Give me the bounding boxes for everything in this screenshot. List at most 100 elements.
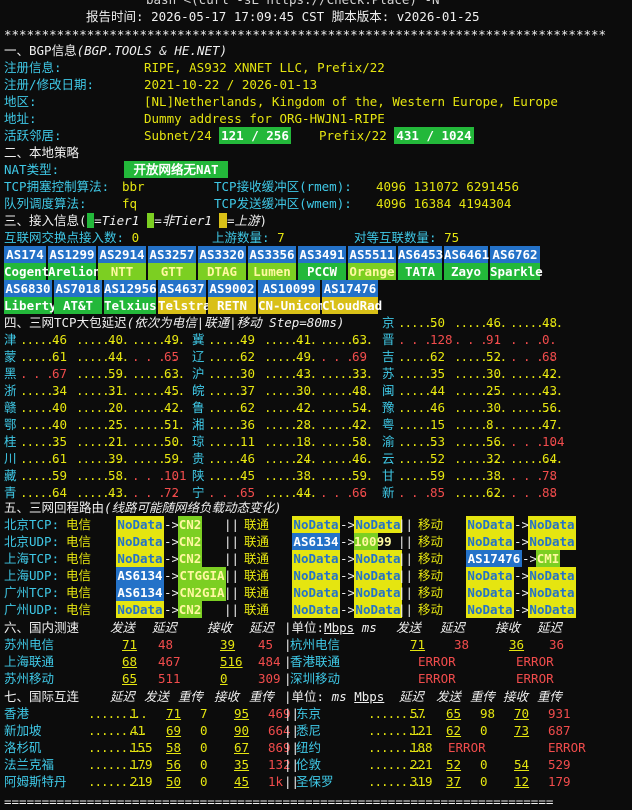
- province: 新: [382, 485, 395, 500]
- send-speed: 50: [166, 774, 182, 789]
- isp-name: 联通: [244, 568, 270, 583]
- province: 晋: [382, 332, 395, 347]
- send-speed: 62: [446, 723, 462, 738]
- latency-value: 42: [164, 400, 180, 415]
- nat-value: 开放网络无NAT: [124, 161, 228, 178]
- intl-header: 七、国际互连 延迟 发送 重传 接收 重传 |单位: ms Mbps 延迟 发送…: [4, 688, 562, 705]
- latency-value: 59: [430, 468, 446, 483]
- route-hop: NoData: [466, 584, 514, 601]
- separator: ||: [398, 517, 414, 532]
- route-hop: NoData: [466, 567, 514, 584]
- isp-telecom: 电信: [66, 551, 92, 566]
- latency-value: 50: [164, 434, 180, 449]
- recv-retrans: 529: [548, 757, 571, 772]
- route-arrow: ->: [514, 517, 530, 532]
- latency-value: 40: [108, 332, 124, 347]
- province: 吉: [382, 349, 395, 364]
- neighbor-label: 活跃邻居:: [4, 128, 62, 143]
- intl-row: 新加坡......... 41 69 0 90 664 || 悉尼......... 121 62…: [4, 722, 571, 739]
- bgp-value: RIPE, AS932 XNNET LLC, Prefix/22: [144, 60, 385, 75]
- as-name: Liberty: [4, 297, 57, 314]
- latency-value: 44: [430, 383, 446, 398]
- latency-value: 48: [352, 383, 368, 398]
- upstream-value: 7: [277, 230, 285, 245]
- route-hop: AS6134: [116, 584, 164, 601]
- intl-node: 圣保罗: [296, 774, 334, 789]
- latency-value: 30: [296, 383, 312, 398]
- route-arrow: ->: [514, 602, 530, 617]
- latency-value: 61: [52, 349, 68, 364]
- province: 湘: [192, 417, 205, 432]
- route-hop: CN2: [178, 601, 202, 618]
- latency-value: 41: [296, 332, 312, 347]
- latency-value: 69: [352, 349, 368, 364]
- bgp-value: [NL]Netherlands, Kingdom of the, Western…: [144, 94, 558, 109]
- latency-value: 66: [352, 485, 368, 500]
- route-arrow: ->: [514, 568, 530, 583]
- latency-value: 46: [352, 451, 368, 466]
- recv-speed: 70: [514, 706, 530, 721]
- latency-value: 128: [430, 332, 453, 347]
- separator: ||: [398, 602, 414, 617]
- ixp-value: 0: [131, 230, 140, 245]
- route-label: 广州TCP:: [4, 585, 60, 600]
- recv-speed: 54: [514, 757, 530, 772]
- isp-name: 联通: [244, 602, 270, 617]
- latency-value: 104: [542, 434, 565, 449]
- recv-speed: 45: [234, 774, 250, 789]
- route-hop: NoData: [292, 584, 340, 601]
- tcp-cell: 粤...... 15........ 8........ 47: [382, 416, 563, 433]
- latency-value: 88: [542, 485, 558, 500]
- isp-name: 联通: [244, 585, 270, 600]
- route-label: 上海UDP:: [4, 568, 60, 583]
- tcp-title: 四、三网TCP大包延迟: [4, 315, 127, 330]
- province: 黑: [4, 366, 17, 381]
- latency-value: 52: [486, 349, 502, 364]
- route-arrow: ->: [522, 551, 538, 566]
- intl-node: 洛杉矶: [4, 740, 42, 755]
- latency-value: 91: [486, 332, 502, 347]
- route-hop: NoData: [354, 601, 402, 618]
- latency-value: 62: [430, 349, 446, 364]
- recv-latency: 45: [258, 637, 274, 652]
- isp-name: 联通: [244, 517, 270, 532]
- intl-node: 香港: [4, 706, 30, 721]
- as-name: TATA: [398, 263, 442, 280]
- send-speed: 58: [166, 740, 182, 755]
- as-name: AT&T: [54, 297, 102, 314]
- latency-value: 30: [486, 366, 502, 381]
- route-arrow: ->: [164, 568, 180, 583]
- send-retrans: 7: [200, 706, 208, 721]
- intl-h5-r: 重传: [537, 689, 563, 704]
- latency-value: 35: [52, 434, 68, 449]
- bgp-key: 注册信息:: [4, 60, 62, 75]
- latency-value: 18: [296, 434, 312, 449]
- intl-row: 法兰克福......... 179 56 0 35 132 || 伦敦......... 221…: [4, 756, 571, 773]
- as-number: AS6762: [490, 246, 540, 263]
- province: 宁: [192, 485, 205, 500]
- isp-telecom: 电信: [66, 534, 92, 549]
- tcp-cell: 黑. . . 67........ 59........ 63: [4, 365, 185, 382]
- recv-speed: 73: [514, 723, 530, 738]
- domestic-row: 苏州移动 65 511 0 309 | 深圳移动 ERROR ERROR: [4, 670, 554, 687]
- bgp-title: 一、BGP信息: [4, 43, 77, 58]
- tcp-cell: 渝...... 53........ 56. . . . 104: [382, 433, 565, 450]
- latency-value: 62: [486, 485, 502, 500]
- intl-h2-r: 发送: [436, 689, 462, 704]
- tcp-cell: 陕...... 45........ 38........ 59: [192, 467, 373, 484]
- separator: ||: [224, 585, 240, 600]
- intl-node: 新加坡: [4, 723, 42, 738]
- route-arrow: ->: [340, 568, 356, 583]
- intl-h3: 重传: [178, 689, 204, 704]
- section-local-title: 二、本地策略: [4, 145, 80, 160]
- tcp-cell: 琼...... 11........ 18........ 58: [192, 433, 373, 450]
- province: 豫: [382, 400, 395, 415]
- as-name: CN-Unicom: [258, 297, 326, 314]
- route-row: 上海TCP: 电信 NoData -> CN2 || 联通 NoData -> NoData || 移…: [4, 550, 560, 567]
- as-name: DTAG: [198, 263, 246, 280]
- latency-value: 65: [164, 349, 180, 364]
- route-hop: NoData: [116, 601, 164, 618]
- prefix-label: Prefix/22: [319, 128, 387, 143]
- province: 川: [4, 451, 17, 466]
- latency-value: 43: [296, 366, 312, 381]
